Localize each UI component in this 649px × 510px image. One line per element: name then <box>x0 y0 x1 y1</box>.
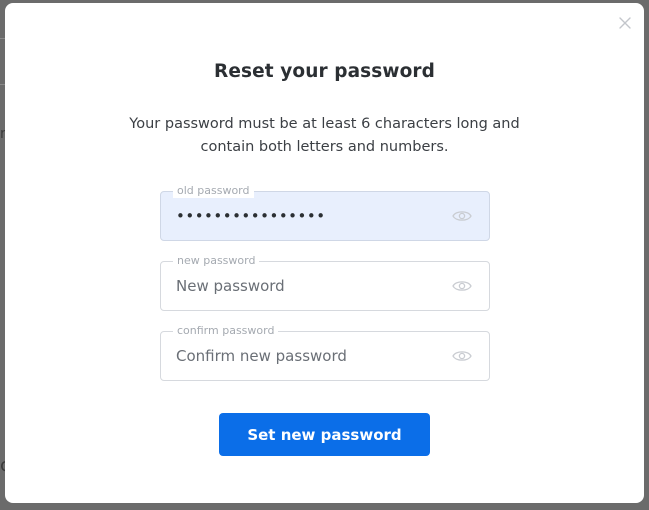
new-password-input[interactable] <box>176 262 441 310</box>
reset-password-dialog: Reset your password Your password must b… <box>5 3 644 503</box>
show-old-password-button[interactable] <box>452 208 472 224</box>
dialog-title: Reset your password <box>214 61 435 82</box>
old-password-input[interactable] <box>176 192 441 240</box>
confirm-password-input[interactable] <box>176 332 441 380</box>
eye-icon <box>452 351 472 361</box>
close-button[interactable] <box>616 14 634 32</box>
new-password-field: new password <box>160 254 490 311</box>
eye-icon <box>452 281 472 291</box>
eye-icon <box>452 211 472 221</box>
dialog-description: Your password must be at least 6 charact… <box>129 116 520 155</box>
old-password-field: old password <box>160 184 490 241</box>
confirm-password-field: confirm password <box>160 324 490 381</box>
show-confirm-password-button[interactable] <box>452 348 472 364</box>
close-icon <box>619 17 631 29</box>
set-new-password-button[interactable]: Set new password <box>219 413 430 456</box>
show-new-password-button[interactable] <box>452 278 472 294</box>
